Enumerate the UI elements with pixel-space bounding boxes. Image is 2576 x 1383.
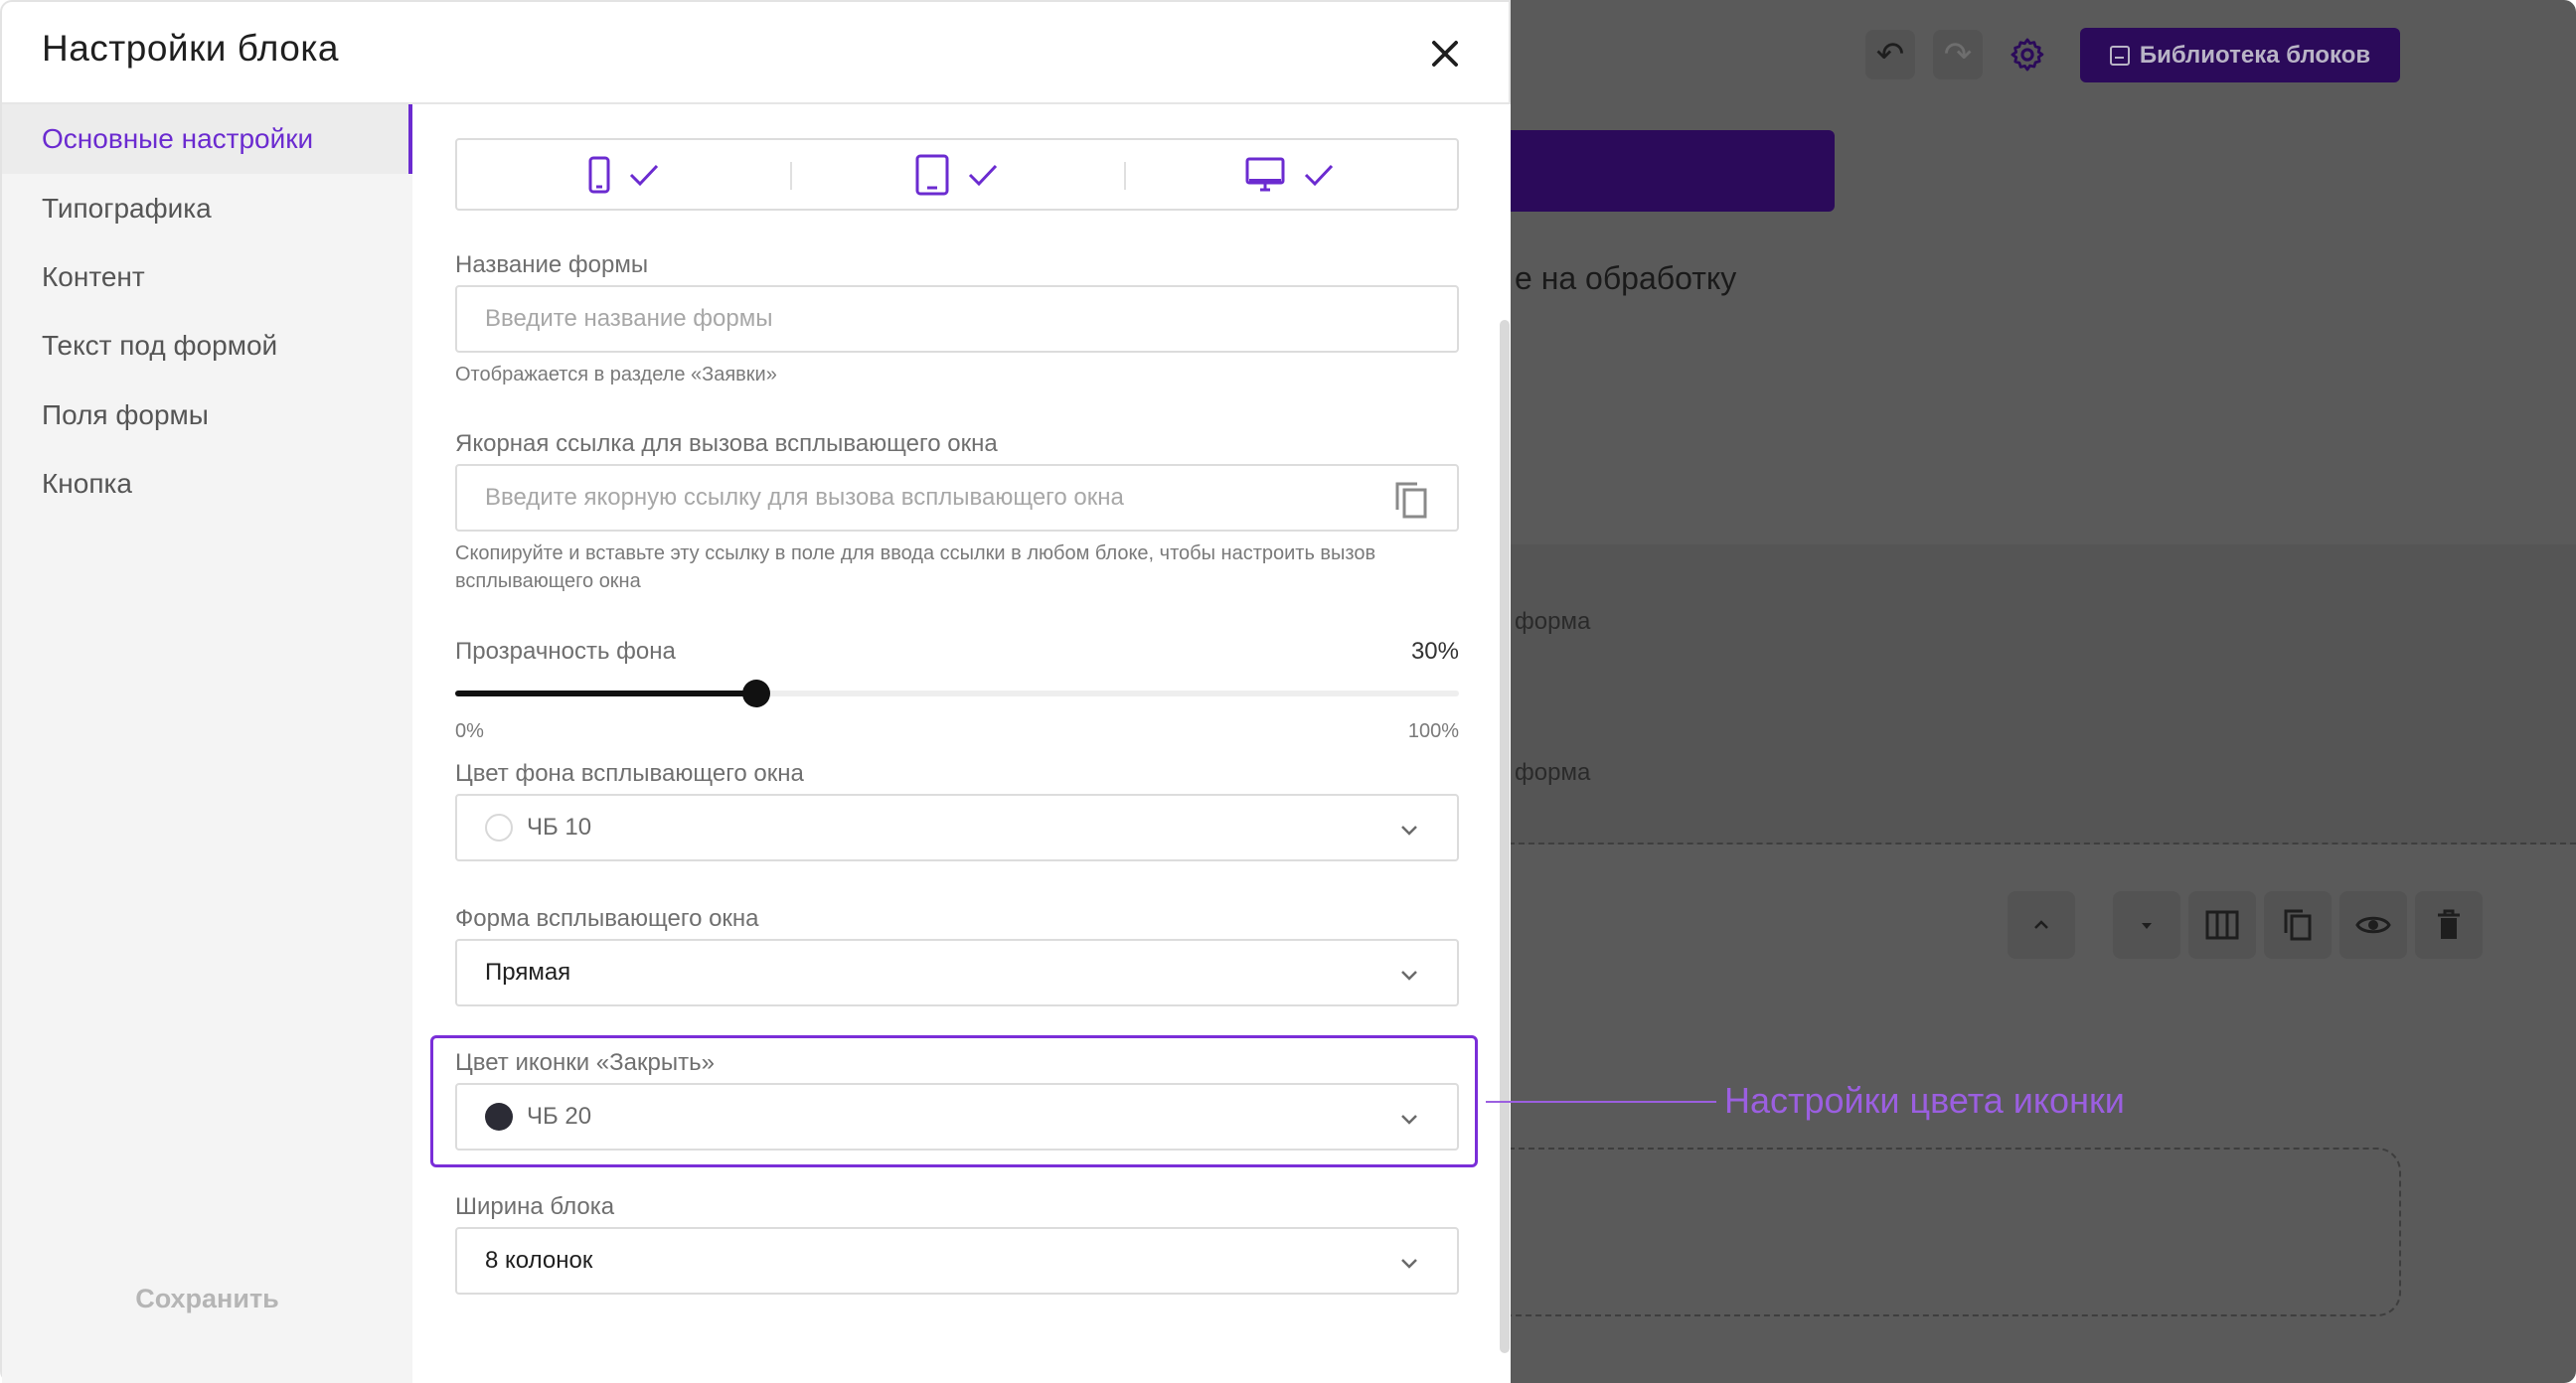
library-icon	[2109, 45, 2130, 66]
anchor-link-placeholder: Введите якорную ссылку для вызова всплыв…	[485, 484, 1124, 511]
annotation-line	[1486, 1101, 1716, 1103]
device-desktop[interactable]	[1123, 140, 1457, 209]
opacity-value: 30%	[1410, 638, 1459, 665]
modal-title: Настройки блока	[42, 28, 339, 69]
block-actions	[2113, 891, 2483, 959]
popup-shape-select[interactable]: Прямая	[455, 939, 1459, 1006]
bg-color-value: ЧБ 10	[527, 814, 592, 841]
popup-shape-value: Прямая	[485, 959, 571, 986]
opacity-label: Прозрачность фона	[455, 638, 676, 665]
columns-icon	[2205, 910, 2239, 940]
annotation-highlight	[430, 1035, 1478, 1167]
block-width-label: Ширина блока	[455, 1193, 615, 1220]
gear-icon[interactable]	[2009, 36, 2046, 74]
background-text: е на обработку	[1515, 260, 1737, 296]
tablet-icon	[915, 154, 949, 195]
color-swatch	[485, 814, 513, 842]
opacity-slider[interactable]	[455, 680, 1459, 707]
chevron-down-icon	[1401, 826, 1417, 836]
copy-icon[interactable]	[1393, 480, 1429, 520]
block-library-label: Библиотека блоков	[2139, 41, 2371, 69]
anchor-link-hint: Скопируйте и вставьте эту ссылку в поле …	[455, 542, 1376, 592]
device-visibility-toggle	[455, 138, 1459, 211]
background-section	[1509, 544, 2576, 845]
eye-icon	[2355, 916, 2391, 934]
editor-background: ↶ ↷ Библиотека блоков е на обработку фор…	[1509, 0, 2576, 1383]
delete-button[interactable]	[2415, 891, 2483, 959]
chevron-down-icon	[1401, 1259, 1417, 1269]
settings-content: Название формы Введите название формы От…	[412, 104, 1511, 1383]
screen: ↶ ↷ Библиотека блоков е на обработку фор…	[0, 0, 2576, 1383]
form-name-hint: Отображается в разделе «Заявки»	[455, 364, 777, 385]
opacity-min-label: 0%	[455, 720, 484, 742]
preview-button[interactable]	[2339, 891, 2407, 959]
close-icon[interactable]	[1426, 35, 1464, 73]
move-up-button[interactable]	[2008, 891, 2075, 959]
check-icon	[629, 164, 658, 186]
chevron-up-icon	[2034, 920, 2048, 929]
sidebar-item-typography[interactable]: Типографика	[2, 174, 412, 243]
move-down-button[interactable]	[2113, 891, 2180, 959]
sidebar-item-main-settings[interactable]: Основные настройки	[2, 104, 412, 174]
background-form-label: форма	[1515, 608, 1591, 635]
duplicate-button[interactable]	[2264, 891, 2332, 959]
check-icon	[968, 164, 998, 186]
empty-block-placeholder	[1509, 1148, 2401, 1316]
modal-header: Настройки блока	[2, 2, 1511, 104]
sidebar-item-content[interactable]: Контент	[2, 242, 412, 312]
background-purple-button	[1509, 130, 1835, 212]
redo-button[interactable]: ↷	[1933, 30, 1983, 79]
block-library-button[interactable]: Библиотека блоков	[2080, 28, 2400, 82]
popup-shape-label: Форма всплывающего окна	[455, 905, 759, 932]
sidebar-item-form-fields[interactable]: Поля формы	[2, 381, 412, 450]
block-width-select[interactable]: 8 колонок	[455, 1227, 1459, 1295]
bg-color-label: Цвет фона всплывающего окна	[455, 760, 804, 787]
sidebar-item-button[interactable]: Кнопка	[2, 449, 412, 519]
settings-sidebar: Основные настройки Типографика Контент Т…	[2, 104, 412, 1383]
anchor-link-label: Якорная ссылка для вызова всплывающего о…	[455, 430, 998, 457]
block-width-value: 8 колонок	[485, 1247, 593, 1274]
bg-color-select[interactable]: ЧБ 10	[455, 794, 1459, 861]
copy-icon	[2284, 909, 2312, 941]
sidebar-item-text-under-form[interactable]: Текст под формой	[2, 311, 412, 381]
form-name-label: Название формы	[455, 251, 649, 278]
undo-button[interactable]: ↶	[1865, 30, 1915, 79]
columns-button[interactable]	[2188, 891, 2256, 959]
anchor-link-input[interactable]: Введите якорную ссылку для вызова всплыв…	[455, 464, 1459, 532]
desktop-icon	[1245, 157, 1285, 191]
chevron-down-icon	[1401, 971, 1417, 981]
form-name-input[interactable]: Введите название формы	[455, 285, 1459, 353]
opacity-slider-handle[interactable]	[742, 680, 770, 707]
device-mobile[interactable]	[457, 140, 790, 209]
caret-down-icon	[2142, 923, 2152, 929]
annotation-text: Настройки цвета иконки	[1724, 1080, 2125, 1121]
mobile-icon	[588, 156, 610, 193]
opacity-slider-fill	[455, 691, 756, 696]
opacity-max-label: 100%	[1407, 720, 1459, 742]
block-toolbar	[2008, 891, 2075, 959]
content-scrollbar[interactable]	[1500, 320, 1510, 1353]
block-settings-modal: Настройки блока Основные настройки Типог…	[0, 0, 1511, 1383]
background-form-label: форма	[1515, 759, 1591, 786]
trash-icon	[2438, 909, 2460, 939]
device-tablet[interactable]	[790, 140, 1123, 209]
check-icon	[1305, 164, 1334, 186]
save-button[interactable]: Сохранить	[2, 1284, 412, 1314]
